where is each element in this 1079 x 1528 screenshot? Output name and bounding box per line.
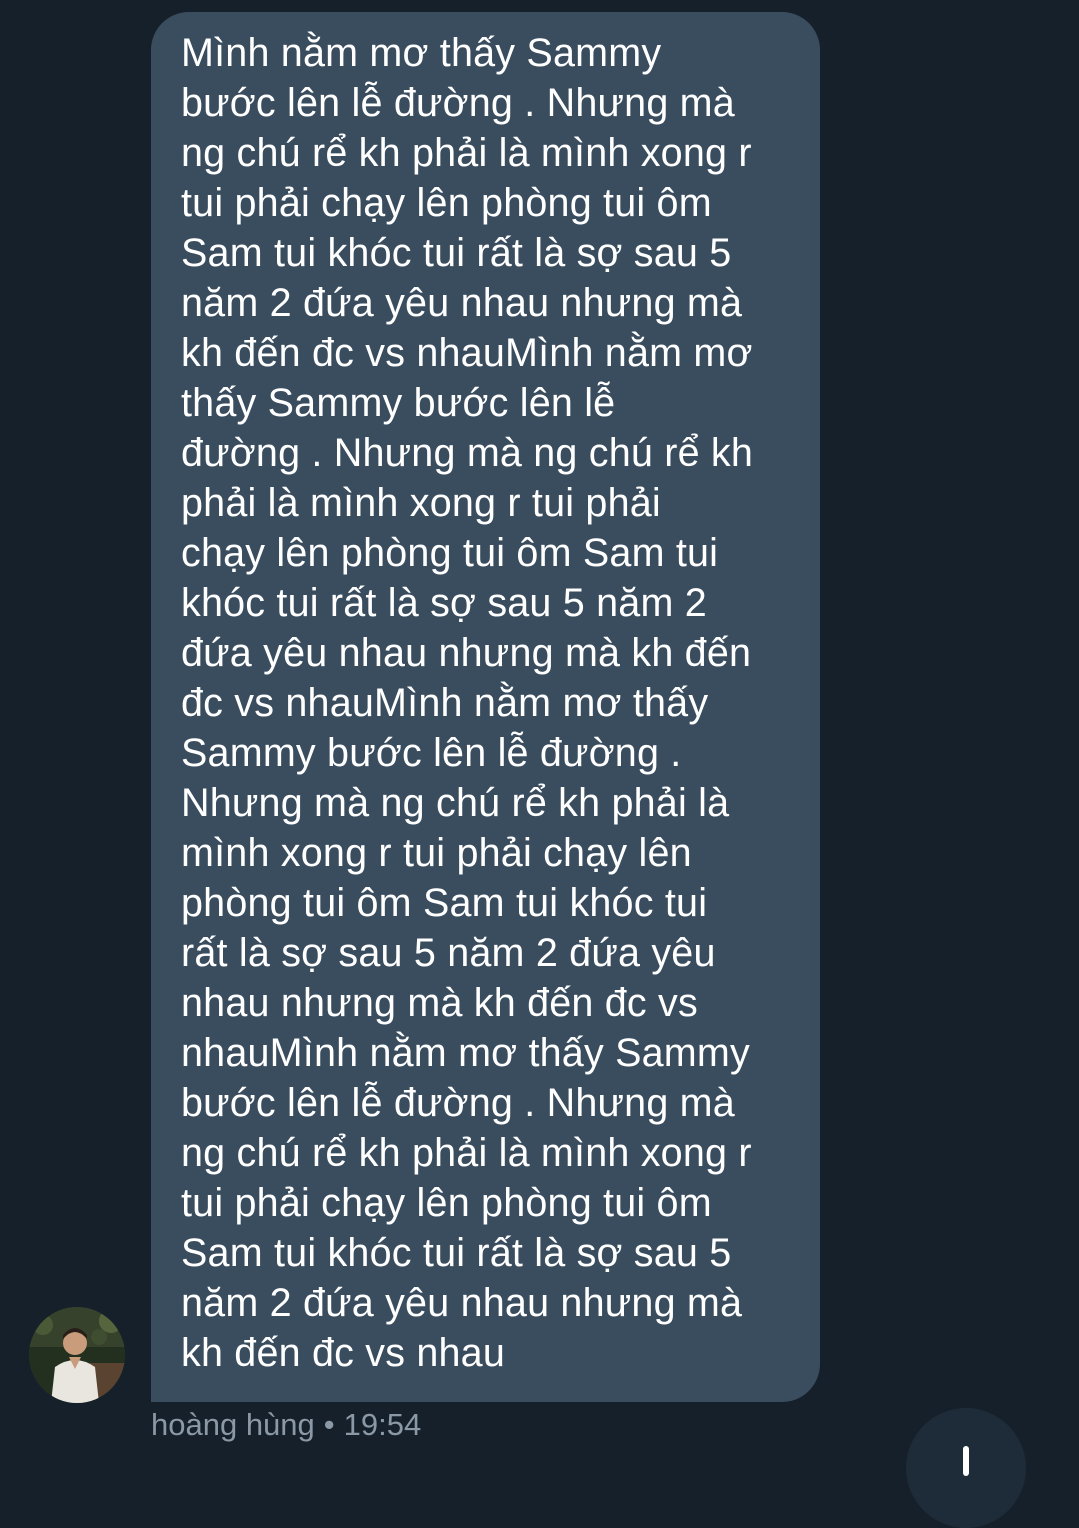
sender-name[interactable]: hoàng hùng — [151, 1407, 315, 1442]
message-line: bước lên lễ đường . Nhưng mà — [181, 81, 735, 125]
scroll-down-arrow-icon — [963, 1446, 969, 1476]
message-line: đường . Nhưng mà ng chú rể kh — [181, 431, 754, 475]
message-meta: hoàng hùng • 19:54 — [151, 1405, 421, 1445]
message-text: Mình nằm mơ thấy Sammy bước lên lễ đường… — [181, 28, 793, 1378]
message-line: phòng tui ôm Sam tui khóc tui — [181, 881, 708, 925]
message-line: Nhưng mà ng chú rể kh phải là — [181, 781, 730, 825]
message-line: Sam tui khóc tui rất là sợ sau 5 — [181, 231, 732, 275]
message-line: Mình nằm mơ thấy Sammy — [181, 31, 662, 75]
message-line: năm 2 đứa yêu nhau nhưng mà — [181, 281, 743, 325]
message-line: Sam tui khóc tui rất là sợ sau 5 — [181, 1231, 732, 1275]
message-line: đứa yêu nhau nhưng mà kh đến — [181, 631, 752, 675]
message-line: đc vs nhauMình nằm mơ thấy — [181, 681, 709, 725]
message-time: 19:54 — [343, 1407, 422, 1442]
meta-separator: • — [323, 1407, 335, 1442]
message-line: ng chú rể kh phải là mình xong r — [181, 131, 752, 175]
message-line: chạy lên phòng tui ôm Sam tui — [181, 531, 719, 575]
message-line: năm 2 đứa yêu nhau nhưng mà — [181, 1281, 743, 1325]
message-line: nhauMình nằm mơ thấy Sammy — [181, 1031, 750, 1075]
message-line: tui phải chạy lên phòng tui ôm — [181, 181, 712, 225]
message-line: tui phải chạy lên phòng tui ôm — [181, 1181, 712, 1225]
message-line: nhau nhưng mà kh đến đc vs — [181, 981, 698, 1025]
user-avatar-photo-icon — [29, 1307, 125, 1403]
sender-avatar[interactable] — [29, 1307, 125, 1403]
scroll-down-button[interactable] — [906, 1408, 1026, 1528]
message-line: kh đến đc vs nhauMình nằm mơ — [181, 331, 753, 375]
message-line: phải là mình xong r tui phải — [181, 481, 661, 525]
message-line: khóc tui rất là sợ sau 5 năm 2 — [181, 581, 707, 625]
message-line: Sammy bước lên lễ đường . — [181, 731, 682, 775]
message-line: rất là sợ sau 5 năm 2 đứa yêu — [181, 931, 716, 975]
message-line: bước lên lễ đường . Nhưng mà — [181, 1081, 735, 1125]
message-line: ng chú rể kh phải là mình xong r — [181, 1131, 752, 1175]
message-line: mình xong r tui phải chạy lên — [181, 831, 692, 875]
message-line: thấy Sammy bước lên lễ — [181, 381, 616, 425]
message-line: kh đến đc vs nhau — [181, 1331, 506, 1375]
